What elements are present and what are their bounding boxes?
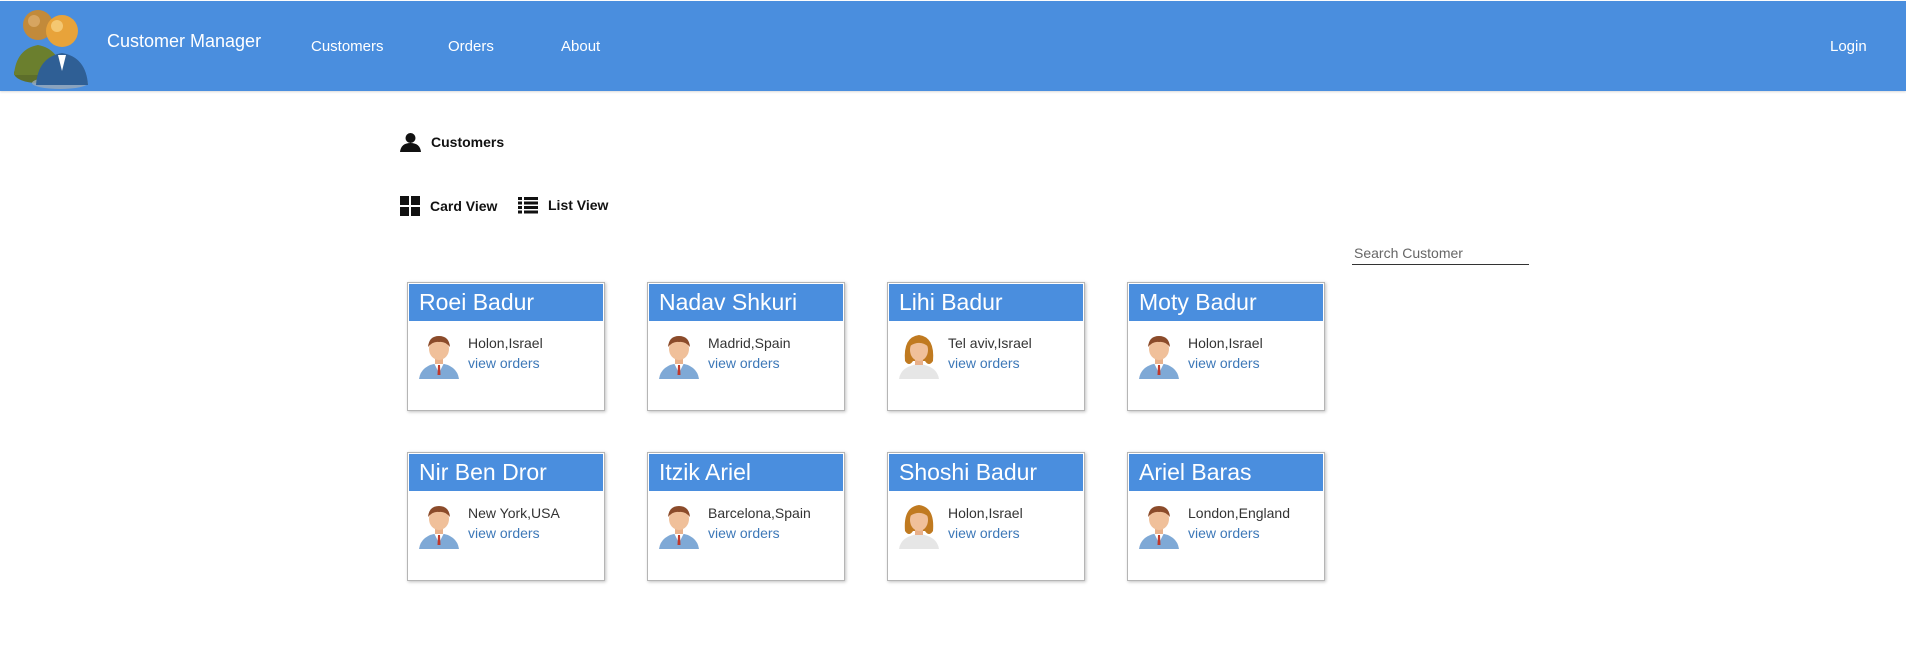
customer-name[interactable]: Nadav Shkuri	[649, 284, 843, 321]
female-avatar-icon	[899, 335, 939, 379]
customer-location: Madrid,Spain	[708, 335, 791, 351]
view-orders-link[interactable]: view orders	[948, 355, 1020, 371]
search-input[interactable]	[1352, 242, 1529, 265]
customer-location: Holon,Israel	[1188, 335, 1263, 351]
customer-card: Shoshi Badur Holon,Israel view orders	[887, 452, 1085, 581]
card-view-toggle[interactable]: Card View	[400, 196, 497, 216]
card-view-label: Card View	[430, 198, 498, 214]
customer-card: Itzik Ariel Barcelona,Spain view orders	[647, 452, 845, 581]
male-avatar-icon	[659, 506, 699, 549]
page-title: Customers	[400, 132, 504, 152]
customers-logo-icon[interactable]	[8, 1, 92, 89]
male-avatar-icon	[659, 336, 699, 379]
customer-card: Nadav Shkuri Madrid,Spain view orders	[647, 282, 845, 411]
grid-icon	[400, 196, 420, 216]
customer-location: Holon,Israel	[948, 505, 1023, 521]
customer-card: Moty Badur Holon,Israel view orders	[1127, 282, 1325, 411]
customer-card: Roei Badur Holon,Israel view orders	[407, 282, 605, 411]
app-title[interactable]: Customer Manager	[107, 31, 261, 52]
view-orders-link[interactable]: view orders	[468, 525, 540, 541]
nav-link-login[interactable]: Login	[1830, 38, 1867, 55]
customer-location: London,England	[1188, 505, 1290, 521]
user-icon	[400, 133, 421, 152]
page-title-label: Customers	[431, 134, 505, 150]
customer-name[interactable]: Ariel Baras	[1129, 454, 1323, 491]
list-icon	[518, 197, 538, 214]
customer-name[interactable]: Lihi Badur	[889, 284, 1083, 321]
customer-name[interactable]: Itzik Ariel	[649, 454, 843, 491]
list-view-toggle[interactable]: List View	[518, 196, 608, 214]
customer-card: Nir Ben Dror New York,USA view orders	[407, 452, 605, 581]
nav-link-about[interactable]: About	[561, 38, 600, 55]
male-avatar-icon	[419, 336, 459, 379]
male-avatar-icon	[419, 506, 459, 549]
view-orders-link[interactable]: view orders	[708, 525, 780, 541]
nav-link-customers[interactable]: Customers	[311, 38, 384, 55]
customer-name[interactable]: Shoshi Badur	[889, 454, 1083, 491]
customer-name[interactable]: Moty Badur	[1129, 284, 1323, 321]
list-view-label: List View	[548, 197, 609, 213]
customer-card: Ariel Baras London,England view orders	[1127, 452, 1325, 581]
customer-name[interactable]: Roei Badur	[409, 284, 603, 321]
top-navbar: Customer Manager Customers Orders About …	[0, 1, 1906, 91]
male-avatar-icon	[1139, 336, 1179, 379]
customer-location: Holon,Israel	[468, 335, 543, 351]
customer-location: Tel aviv,Israel	[948, 335, 1032, 351]
customer-location: New York,USA	[468, 505, 560, 521]
view-orders-link[interactable]: view orders	[948, 525, 1020, 541]
nav-link-orders[interactable]: Orders	[448, 38, 494, 55]
male-avatar-icon	[1139, 506, 1179, 549]
female-avatar-icon	[899, 505, 939, 549]
customer-card: Lihi Badur Tel aviv,Israel view orders	[887, 282, 1085, 411]
view-orders-link[interactable]: view orders	[468, 355, 540, 371]
view-orders-link[interactable]: view orders	[1188, 355, 1260, 371]
customer-location: Barcelona,Spain	[708, 505, 811, 521]
view-orders-link[interactable]: view orders	[708, 355, 780, 371]
view-orders-link[interactable]: view orders	[1188, 525, 1260, 541]
customer-name[interactable]: Nir Ben Dror	[409, 454, 603, 491]
